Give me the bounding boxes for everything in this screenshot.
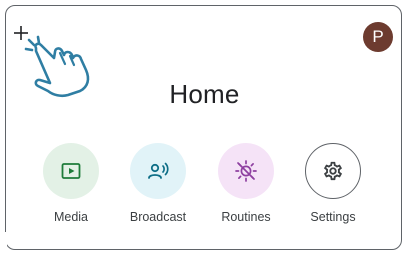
avatar[interactable]: P <box>363 22 393 52</box>
broadcast-icon <box>148 162 169 179</box>
settings-icon-circle <box>305 143 361 199</box>
media-label: Media <box>53 210 89 224</box>
settings-button[interactable]: Settings <box>293 143 373 224</box>
broadcast-icon-circle <box>130 143 186 199</box>
play-icon <box>61 163 81 179</box>
routines-label: Routines <box>221 210 271 224</box>
broadcast-button[interactable]: Broadcast <box>118 143 198 224</box>
media-button[interactable]: Media <box>31 143 111 224</box>
settings-label: Settings <box>310 210 356 224</box>
media-icon-circle <box>43 143 99 199</box>
page-title: Home <box>169 79 240 109</box>
broadcast-label: Broadcast <box>129 210 187 224</box>
gear-icon <box>324 161 342 181</box>
routines-button[interactable]: Routines <box>206 143 286 224</box>
border-gap <box>4 232 7 250</box>
routines-sun-icon <box>235 160 257 182</box>
routines-icon-circle <box>218 143 274 199</box>
